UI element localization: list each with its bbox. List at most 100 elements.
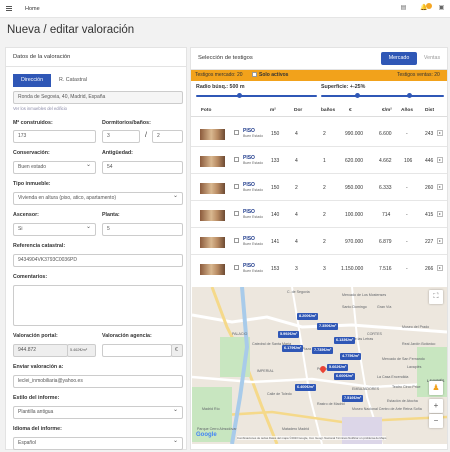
row-checkbox[interactable] [234, 265, 239, 270]
valoracion-agencia-input[interactable] [102, 344, 172, 357]
page-title: Nueva / editar valoración [7, 24, 135, 36]
tipo-inmueble-select[interactable]: Vivienda en altura (piso, atico, apartam… [13, 191, 183, 205]
tab-mercado[interactable]: Mercado [381, 52, 417, 65]
table-row[interactable]: PISO Buen Estado 150 4 2 990.000 6.600-243 ▸ [191, 120, 447, 147]
superficie-slider-min-handle[interactable] [355, 93, 360, 98]
property-photo[interactable] [200, 264, 225, 275]
price-pin[interactable]: 7.735€/m² [312, 347, 334, 354]
map-label: Parque Cerro Almodóvar [197, 427, 237, 431]
price-pin[interactable]: 6.179€/m² [282, 345, 304, 352]
row-dist: 227 [425, 239, 434, 245]
row-estado: Buen Estado [243, 215, 264, 219]
property-photo[interactable] [200, 183, 225, 194]
address-input[interactable]: Ronda de Segovia, 40, Madrid, España [13, 91, 183, 104]
tab-catastral[interactable]: R. Catastral [52, 74, 94, 87]
price-pin[interactable]: 7.516€/m² [342, 395, 364, 402]
superficie-slider-max-handle[interactable] [407, 93, 412, 98]
estilo-label: Estilo del informe: [13, 395, 60, 401]
table-row[interactable]: PISO Buen Estado 150 2 2 950.000 6.333-260 ▸ [191, 174, 447, 201]
row-banos: 2 [323, 212, 326, 218]
property-photo[interactable] [200, 237, 225, 248]
ascensor-select[interactable]: Si [13, 222, 96, 236]
testigos-ventas-count: Testigos ventas: 20 [397, 72, 440, 78]
col-precio[interactable]: € [349, 108, 352, 113]
property-photo[interactable] [200, 210, 225, 221]
notification-badge [426, 3, 432, 9]
col-banos[interactable]: baños [321, 108, 335, 113]
price-pin[interactable]: 5.992€/m² [278, 331, 300, 338]
banos-input[interactable]: 2 [152, 130, 183, 143]
comentarios-textarea[interactable] [13, 285, 183, 326]
row-eur-m2: 7.516 [379, 266, 392, 272]
row-checkbox[interactable] [234, 157, 239, 162]
map-label: Real Jardín Botánico [402, 342, 436, 346]
pegman-icon[interactable]: ♟ [429, 381, 443, 395]
map[interactable]: C. de Segovia Mercado de Los Mostenses G… [192, 287, 447, 444]
zoom-out-button[interactable]: − [429, 414, 443, 428]
col-m2[interactable]: m² [270, 108, 276, 113]
map-attribution[interactable]: Combinaciones de teclas Datos del mapa ©… [237, 436, 387, 440]
hamburger-menu-icon[interactable] [6, 6, 12, 11]
row-m2: 150 [271, 185, 280, 191]
row-checkbox[interactable] [234, 130, 239, 135]
radio-slider-track[interactable] [196, 95, 317, 97]
planta-label: Planta: [102, 212, 120, 218]
zoom-in-button[interactable]: + [429, 399, 443, 413]
enviar-email-input[interactable]: leclei_inmobiliaria@yahoo.es [13, 375, 183, 388]
row-view-icon[interactable]: ▸ [437, 265, 443, 271]
planta-input[interactable]: 5 [102, 223, 183, 236]
property-photo[interactable] [200, 129, 225, 140]
top-bar: Home ▤ 🔔 ▣ [0, 0, 450, 18]
col-anos[interactable]: Años [401, 108, 413, 113]
inmuebles-link[interactable]: Ver los inmuebles del edificio [13, 106, 67, 111]
row-precio: 950.000 [345, 185, 364, 191]
tab-direccion[interactable]: Dirección [13, 74, 51, 87]
dormitorios-input[interactable]: 3 [102, 130, 140, 143]
row-dist: 446 [425, 158, 434, 164]
row-view-icon[interactable]: ▸ [437, 157, 443, 163]
price-pin[interactable]: 6.600€/m² [334, 373, 356, 380]
home-link[interactable]: Home [25, 6, 40, 12]
row-checkbox[interactable] [234, 184, 239, 189]
tab-ventas[interactable]: Ventas [418, 52, 446, 65]
m2-input[interactable]: 173 [13, 130, 96, 143]
slash-separator: / [145, 132, 147, 139]
superficie-label: Superficie: +-25% [321, 84, 366, 90]
price-pin[interactable]: 6.400€/m² [295, 384, 317, 391]
row-checkbox[interactable] [234, 238, 239, 243]
row-view-icon[interactable]: ▸ [437, 184, 443, 190]
table-row[interactable]: PISO Buen Estado 153 3 3 1.150.000 7.516-266 … [191, 255, 447, 277]
valoracion-panel-header: Datos de la valoración [6, 48, 186, 67]
row-dor: 4 [295, 239, 298, 245]
estilo-select[interactable]: Plantilla antigua [13, 405, 183, 419]
table-row[interactable]: PISO Buen Estado 141 4 2 970.000 6.879-227 ▸ [191, 228, 447, 255]
table-row[interactable]: PISO Buen Estado 140 4 2 100.000 714-415 ▸ [191, 201, 447, 228]
antiguedad-input[interactable]: 54 [102, 161, 183, 174]
col-dist[interactable]: Dist [425, 108, 434, 113]
fullscreen-icon[interactable]: ⛶ [429, 290, 443, 304]
notes-icon[interactable]: ▤ [400, 5, 407, 12]
row-view-icon[interactable]: ▸ [437, 238, 443, 244]
col-dor[interactable]: Dor [294, 108, 302, 113]
row-view-icon[interactable]: ▸ [437, 130, 443, 136]
row-view-icon[interactable]: ▸ [437, 211, 443, 217]
row-dist: 260 [425, 185, 434, 191]
ref-catastral-input[interactable]: 9434904VK3793C0036PD [13, 254, 183, 267]
price-pin[interactable]: 6.133€/m² [334, 337, 356, 344]
solo-activos-checkbox[interactable] [252, 72, 257, 77]
map-label: La Casa Encendida [377, 375, 409, 379]
table-row[interactable]: PISO Buen Estado 133 4 1 620.000 4.662 106 446 … [191, 147, 447, 174]
property-photo[interactable] [200, 156, 225, 167]
map-label: Madrid Río [202, 407, 220, 411]
superficie-slider-track[interactable] [321, 95, 444, 97]
price-pin[interactable]: 8.200€/m² [297, 313, 319, 320]
idioma-select[interactable]: Español [13, 436, 183, 450]
price-pin[interactable]: 5.662€/m² [327, 364, 349, 371]
conservacion-select[interactable]: Buen estado [13, 160, 96, 174]
price-pin[interactable]: 7.350€/m² [317, 323, 339, 330]
price-pin[interactable]: 4.775€/m² [340, 353, 362, 360]
row-checkbox[interactable] [234, 211, 239, 216]
user-icon[interactable]: ▣ [438, 5, 445, 12]
col-eur-m2[interactable]: €/m² [382, 108, 392, 113]
radio-slider-handle[interactable] [237, 93, 242, 98]
